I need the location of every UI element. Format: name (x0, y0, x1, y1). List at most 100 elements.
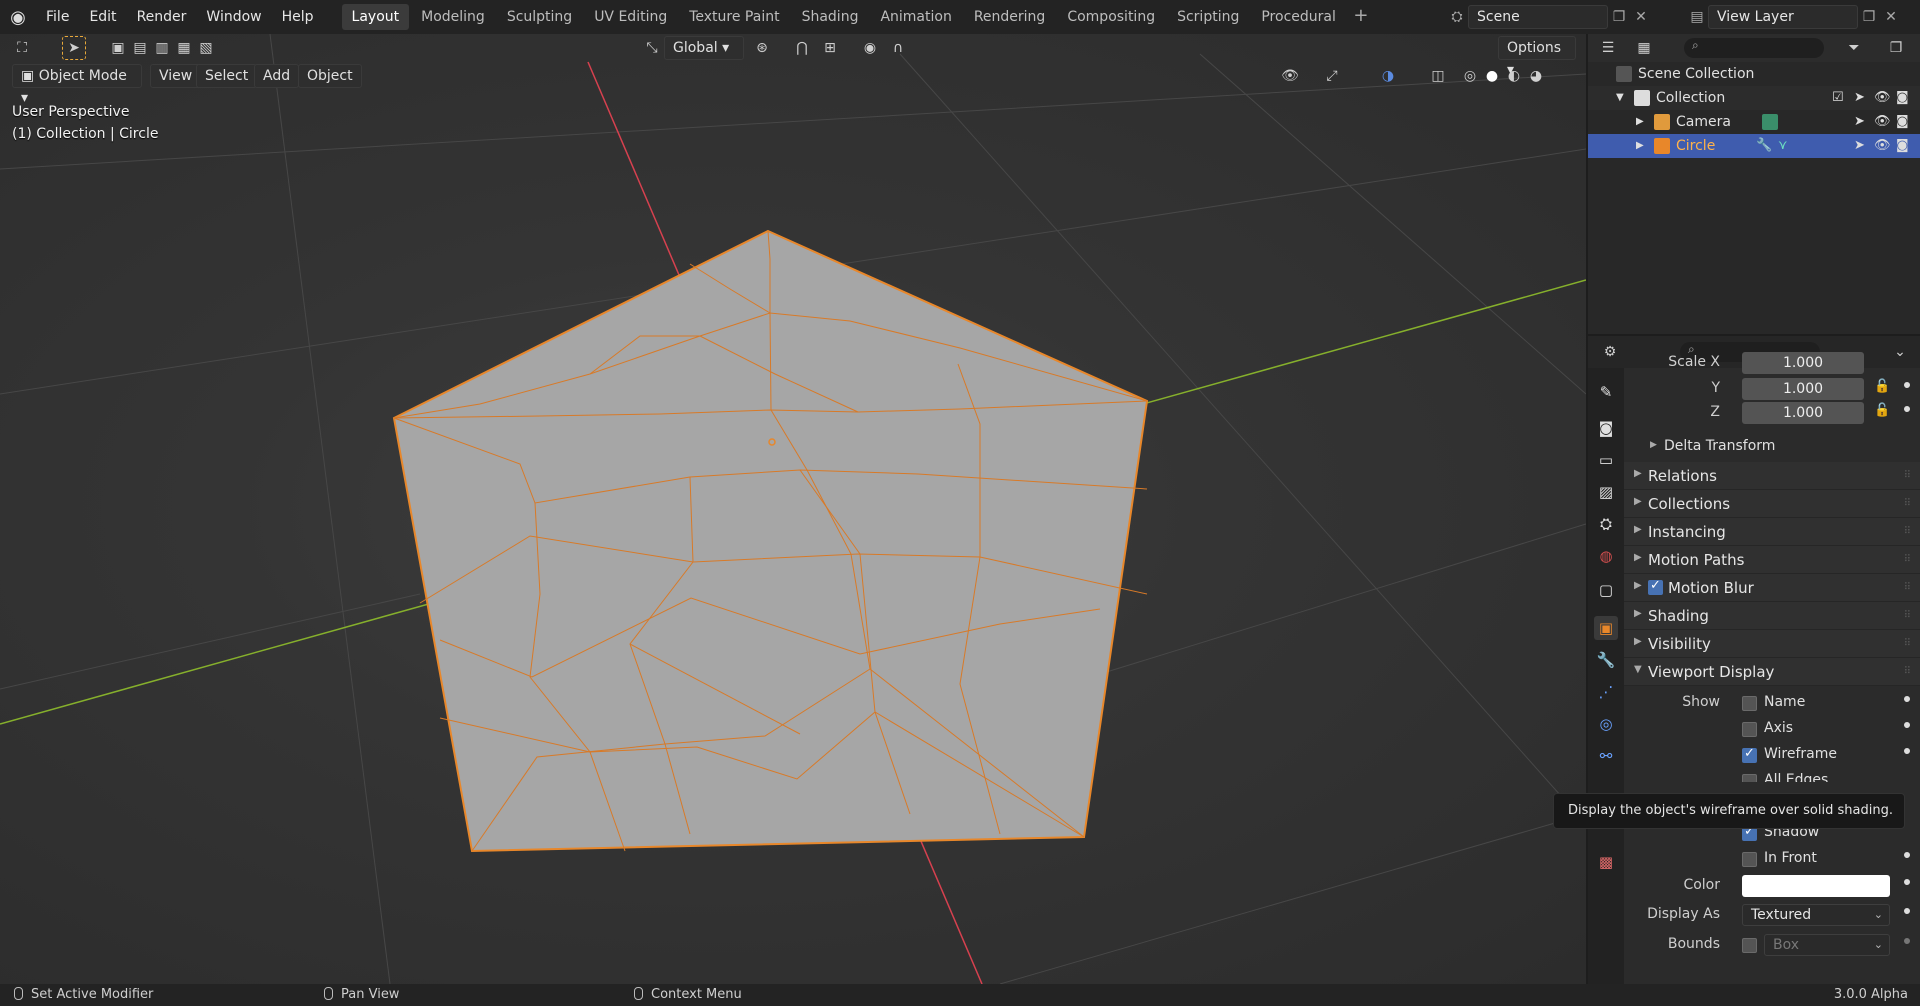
3d-viewport[interactable]: ⛶ ➤ ▣ ▤ ▥ ▦ ▧ ⤡ Global ▾ ⊛ ⋂ ⊞ ◉ ∩ Optio… (0, 34, 1586, 984)
display-as-dropdown[interactable]: Textured ⌄ (1742, 904, 1890, 926)
camera-data-icon[interactable] (1762, 114, 1778, 130)
delta-transform-subpanel[interactable]: ▶ Delta Transform (1624, 434, 1920, 460)
keyframe-dot[interactable] (1904, 748, 1910, 754)
display-mode-icon[interactable]: ▦ (1632, 36, 1656, 60)
show-wireframe-checkbox[interactable] (1742, 746, 1757, 763)
delete-view-layer-icon[interactable]: ✕ (1880, 6, 1902, 28)
outliner-item-circle[interactable]: ▶ Circle 🔧 ⋎ ➤ 👁 ◙ (1588, 134, 1920, 158)
panel-instancing[interactable]: ▶ Instancing ⠿ (1624, 518, 1920, 546)
collection-tab-icon[interactable]: ▢ (1594, 578, 1618, 602)
outliner-item-camera[interactable]: ▶ Camera ➤ 👁 ◙ (1588, 110, 1920, 134)
eye-icon[interactable]: 👁 (1874, 86, 1891, 110)
tab-rendering[interactable]: Rendering (964, 4, 1056, 30)
menu-select[interactable]: Select (196, 64, 258, 88)
keyframe-dot[interactable] (1904, 722, 1910, 728)
view-layer-tab-icon[interactable]: ▨ (1594, 480, 1618, 504)
panel-relations[interactable]: ▶ Relations ⠿ (1624, 462, 1920, 490)
tab-uv-editing[interactable]: UV Editing (584, 4, 677, 30)
keyframe-dot[interactable] (1904, 382, 1910, 388)
view-layer-field[interactable]: View Layer (1708, 5, 1858, 29)
eye-icon[interactable]: 👁 (1874, 110, 1891, 134)
blender-logo-icon[interactable]: ◉ (0, 0, 36, 34)
particles-tab-icon[interactable]: ⋰ (1594, 680, 1618, 704)
menu-view[interactable]: View (150, 64, 202, 88)
tab-scripting[interactable]: Scripting (1167, 4, 1249, 30)
expand-collection-icon[interactable]: ▼ (1616, 86, 1624, 110)
show-name-checkbox[interactable] (1742, 696, 1757, 711)
tab-layout[interactable]: Layout (341, 4, 410, 30)
constraints-tab-icon[interactable]: ⚯ (1594, 744, 1618, 768)
tab-procedural[interactable]: Procedural (1251, 4, 1346, 30)
bounds-type-dropdown[interactable]: Box ⌄ (1764, 934, 1890, 956)
scale-x-field[interactable]: 1.000 (1742, 352, 1864, 374)
visibility-icon[interactable]: 👁 (1278, 64, 1302, 88)
add-workspace-button[interactable]: + (1348, 4, 1374, 30)
filter-icon[interactable]: ⏷ (1842, 36, 1866, 60)
select-intersect-icon[interactable]: ▧ (194, 36, 218, 60)
menu-edit[interactable]: Edit (79, 0, 126, 34)
menu-render[interactable]: Render (127, 0, 197, 34)
proportional-edit-icon[interactable]: ◉ (858, 36, 882, 60)
tab-texture-paint[interactable]: Texture Paint (679, 4, 789, 30)
lock-icon[interactable]: 🔓 (1874, 403, 1890, 418)
show-in-front-checkbox[interactable] (1742, 852, 1757, 867)
tab-compositing[interactable]: Compositing (1057, 4, 1165, 30)
keyframe-dot[interactable] (1904, 696, 1910, 702)
menu-window[interactable]: Window (196, 0, 271, 34)
expand-camera-icon[interactable]: ▶ (1636, 110, 1644, 134)
material-shading-icon[interactable]: ◐ (1502, 64, 1526, 88)
outliner-search-input[interactable]: ⌕ (1684, 38, 1824, 58)
view-layer-icon[interactable]: ▤ (1686, 6, 1708, 28)
render-camera-icon[interactable]: ◙ (1896, 86, 1909, 110)
show-all-edges-checkbox[interactable] (1742, 774, 1757, 782)
world-tab-icon[interactable]: ◍ (1594, 544, 1618, 568)
tab-sculpting[interactable]: Sculpting (497, 4, 582, 30)
keyframe-dot[interactable] (1904, 852, 1910, 858)
panel-motion-blur[interactable]: ▶Motion Blur⠿ (1624, 574, 1920, 602)
xray-icon[interactable]: ◫ (1426, 64, 1450, 88)
outliner-editor-icon[interactable]: ☰ (1596, 36, 1620, 60)
wireframe-shading-icon[interactable]: ◎ (1458, 64, 1482, 88)
solid-shading-icon[interactable]: ● (1480, 64, 1504, 88)
panel-visibility[interactable]: ▶ Visibility ⠿ (1624, 630, 1920, 658)
editor-type-icon[interactable]: ⛶ (10, 36, 34, 60)
select-invert-icon[interactable]: ▦ (172, 36, 196, 60)
mode-dropdown[interactable]: ▣ Object Mode ▾ (12, 64, 142, 106)
show-axis-checkbox[interactable] (1742, 722, 1757, 737)
output-tab-icon[interactable]: ▭ (1594, 448, 1618, 472)
tool-tab-icon[interactable]: ✎ (1594, 380, 1618, 404)
new-scene-icon[interactable]: ❐ (1608, 6, 1630, 28)
pivot-icon[interactable]: ⊛ (750, 36, 774, 60)
object-tab-icon[interactable]: ▣ (1594, 616, 1618, 640)
snap-icon[interactable]: ⋂ (790, 36, 814, 60)
bounds-checkbox[interactable] (1742, 938, 1757, 953)
menu-add[interactable]: Add (254, 64, 300, 88)
scene-tab-icon[interactable]: ⛭ (1594, 512, 1618, 536)
texture-tab-icon[interactable]: ▩ (1594, 850, 1618, 874)
select-extend-icon[interactable]: ▤ (128, 36, 152, 60)
options-dropdown[interactable]: Options ▾ (1498, 36, 1576, 78)
new-collection-icon[interactable]: ❐ (1884, 36, 1908, 60)
rendered-shading-icon[interactable]: ◕ (1524, 64, 1548, 88)
color-swatch[interactable] (1742, 875, 1890, 897)
exclude-checkbox-icon[interactable]: ☑ (1832, 86, 1844, 110)
keyframe-dot[interactable] (1904, 938, 1910, 944)
properties-editor-icon[interactable]: ⚙ (1598, 340, 1622, 364)
panel-shading[interactable]: ▶ Shading ⠿ (1624, 602, 1920, 630)
render-camera-icon[interactable]: ◙ (1896, 134, 1909, 158)
modifier-tab-icon[interactable]: 🔧 (1594, 648, 1618, 672)
panel-viewport-display[interactable]: ▼ Viewport Display ⠿ (1624, 658, 1920, 686)
tab-modeling[interactable]: Modeling (411, 4, 495, 30)
scale-y-field[interactable]: 1.000 (1742, 378, 1864, 400)
modifier-wrench-icon[interactable]: 🔧 (1756, 134, 1772, 158)
tab-animation[interactable]: Animation (870, 4, 961, 30)
lock-icon[interactable]: 🔓 (1874, 379, 1890, 394)
scale-z-field[interactable]: 1.000 (1742, 402, 1864, 424)
menu-help[interactable]: Help (272, 0, 324, 34)
gizmo-icon[interactable]: ⤢ (1320, 64, 1344, 88)
scene-icon[interactable]: ⛭ (1446, 6, 1468, 28)
outliner-scene-collection[interactable]: Scene Collection (1588, 62, 1920, 86)
select-tool-icon[interactable]: ➤ (62, 36, 86, 60)
new-view-layer-icon[interactable]: ❐ (1858, 6, 1880, 28)
panel-collections[interactable]: ▶ Collections ⠿ (1624, 490, 1920, 518)
